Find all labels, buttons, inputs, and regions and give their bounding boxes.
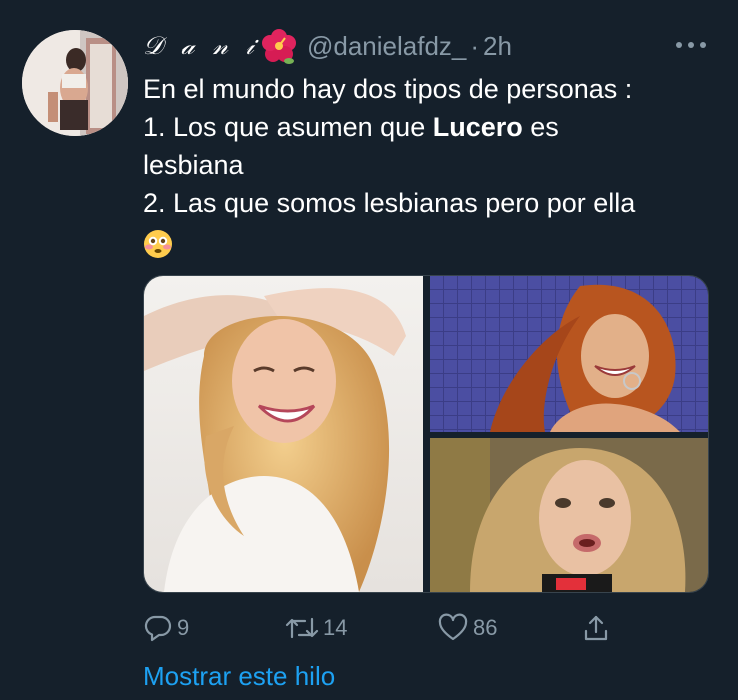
tweet-actions: 9 14 86 bbox=[143, 610, 723, 646]
tweet-text-line: 1. Los que asumen que Lucero es bbox=[143, 108, 723, 146]
text-segment: es bbox=[522, 112, 559, 142]
avatar[interactable] bbox=[22, 30, 128, 136]
retweet-count: 14 bbox=[323, 615, 348, 640]
text-segment: 1. Los que asumen que bbox=[143, 112, 433, 142]
share-icon bbox=[581, 613, 611, 643]
heart-icon bbox=[437, 613, 469, 643]
media-photo[interactable] bbox=[430, 276, 708, 432]
tweet-text-line bbox=[143, 222, 723, 260]
tweet-text-line: lesbiana bbox=[143, 150, 244, 180]
media-grid[interactable] bbox=[143, 275, 709, 593]
show-thread-link[interactable]: Mostrar este hilo bbox=[143, 661, 335, 692]
timestamp[interactable]: 2h bbox=[483, 31, 512, 62]
share-button[interactable] bbox=[581, 610, 611, 646]
retweet-icon bbox=[285, 613, 319, 643]
separator-dot: · bbox=[470, 30, 480, 61]
display-name[interactable]: 𝒟 𝒶 𝓃 𝒾 bbox=[143, 31, 259, 61]
tweet[interactable]: 𝒟 𝒶 𝓃 𝒾 @danielafdz_ · 2h En el mundo ha… bbox=[0, 0, 738, 700]
like-count: 86 bbox=[473, 615, 498, 640]
tweet-text-line: 2. Las que somos lesbianas pero por ella bbox=[143, 188, 636, 218]
flushed-face-icon bbox=[143, 229, 173, 259]
hibiscus-icon bbox=[261, 28, 297, 64]
retweet-button[interactable]: 14 bbox=[285, 610, 347, 646]
avatar-photo bbox=[22, 30, 128, 136]
reply-icon bbox=[143, 613, 173, 643]
tweet-header: 𝒟 𝒶 𝓃 𝒾 @danielafdz_ · 2h bbox=[143, 28, 512, 64]
media-photo[interactable] bbox=[430, 438, 708, 592]
more-options-icon[interactable] bbox=[676, 38, 706, 52]
handle[interactable]: @danielafdz_ bbox=[307, 31, 466, 62]
media-photo[interactable] bbox=[144, 276, 423, 592]
bold-keyword: Lucero bbox=[432, 112, 523, 142]
reply-count: 9 bbox=[177, 615, 190, 640]
reply-button[interactable]: 9 bbox=[143, 610, 189, 646]
tweet-text-line: En el mundo hay dos tipos de personas : bbox=[143, 74, 633, 104]
tweet-text: En el mundo hay dos tipos de personas : … bbox=[143, 70, 723, 260]
like-button[interactable]: 86 bbox=[437, 610, 497, 646]
